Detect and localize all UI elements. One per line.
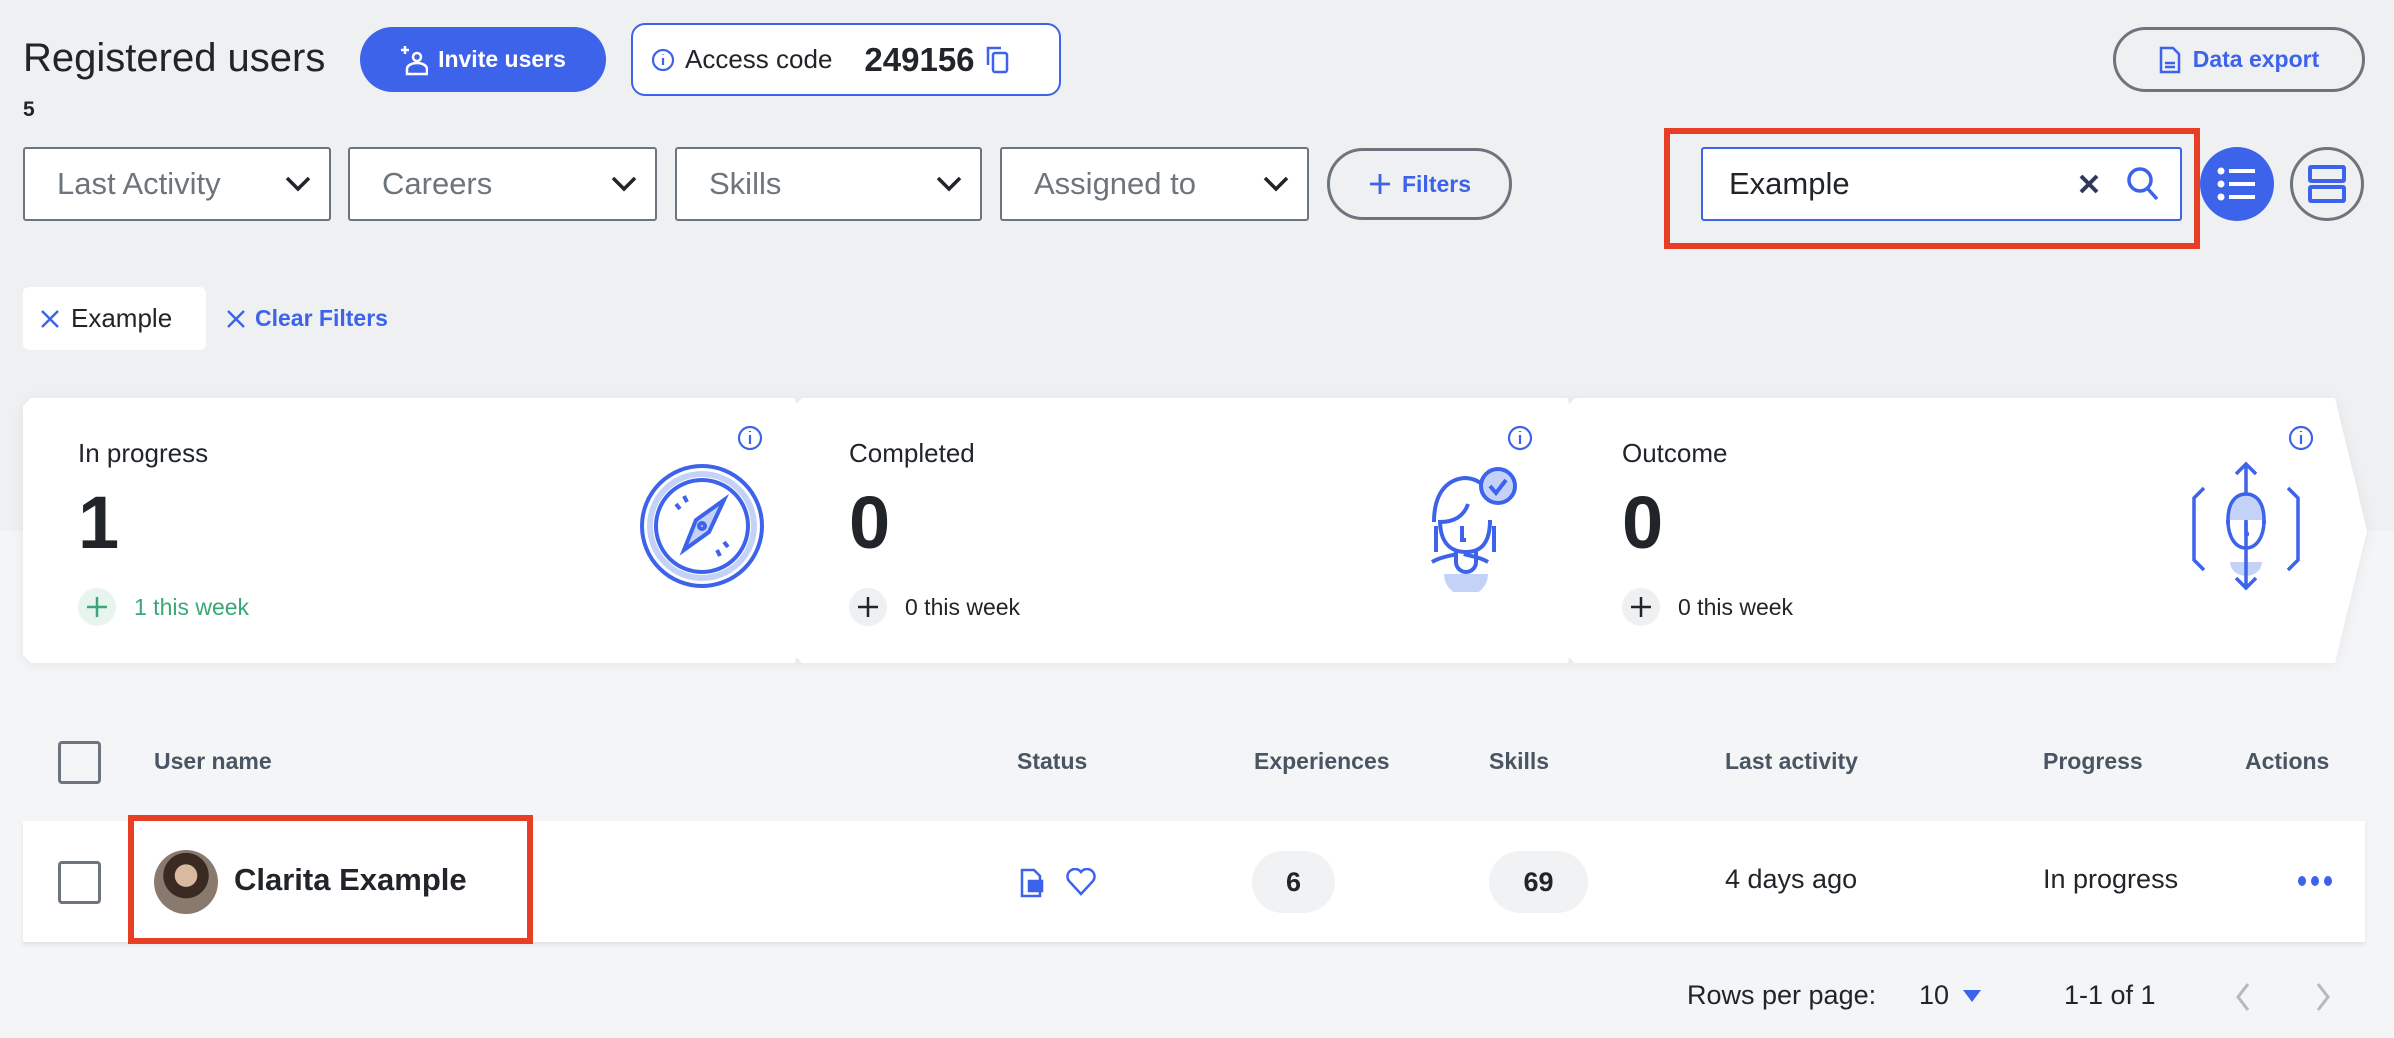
rows-per-page-label: Rows per page: <box>1687 980 1877 1010</box>
skills-count: 69 <box>1489 851 1588 913</box>
info-icon[interactable] <box>1507 424 1533 452</box>
stat-value: 0 <box>849 481 891 564</box>
user-name-link[interactable]: Clarita Example <box>234 862 467 898</box>
stat-week: 0 this week <box>849 588 1020 626</box>
stat-label: Outcome <box>1622 438 1728 468</box>
stat-card-completed: Completed 0 0 this week <box>794 398 1600 663</box>
stat-card-outcome: Outcome 0 0 this week <box>1567 398 2367 663</box>
stat-week-text: 1 this week <box>134 593 250 620</box>
info-icon[interactable] <box>2288 424 2314 452</box>
info-icon[interactable] <box>737 424 763 452</box>
row-checkbox[interactable] <box>58 861 101 904</box>
caret-down-icon <box>1963 989 1982 1002</box>
column-header-experiences[interactable]: Experiences <box>1254 748 1390 775</box>
heart-icon[interactable] <box>1066 868 1096 896</box>
stats-cards: In progress 1 1 this week Completed 0 0 … <box>0 0 2394 700</box>
stat-week-text: 0 this week <box>905 593 1021 620</box>
stat-value: 0 <box>1622 481 1664 564</box>
compass-icon <box>640 464 764 588</box>
column-header-last-activity[interactable]: Last activity <box>1725 748 1858 775</box>
person-check-icon <box>1430 467 1517 592</box>
progress-cell: In progress <box>2043 864 2179 894</box>
rows-per-page-select[interactable]: 10 <box>1919 980 1982 1011</box>
avatar <box>154 850 218 914</box>
column-header-user-name[interactable]: User name <box>154 748 272 775</box>
stat-label: Completed <box>849 438 975 468</box>
column-header-actions: Actions <box>2245 748 2330 774</box>
stat-label: In progress <box>78 438 209 468</box>
select-all-checkbox[interactable] <box>58 741 101 784</box>
rows-per-page-value: 10 <box>1919 980 1950 1010</box>
chevron-left-icon[interactable] <box>2235 982 2251 1012</box>
plus-icon <box>78 588 116 626</box>
plus-icon <box>849 588 887 626</box>
stat-card-in-progress: In progress 1 1 this week <box>23 398 827 663</box>
more-actions-icon[interactable] <box>2297 874 2333 888</box>
experiences-count: 6 <box>1252 851 1335 913</box>
column-header-skills[interactable]: Skills <box>1489 748 1549 775</box>
chevron-right-icon[interactable] <box>2315 982 2331 1012</box>
stat-value: 1 <box>78 481 120 564</box>
column-header-status[interactable]: Status <box>1017 748 1087 775</box>
stat-week: 0 this week <box>1622 588 1793 626</box>
column-header-progress[interactable]: Progress <box>2043 748 2143 775</box>
stat-week-text: 0 this week <box>1678 593 1794 620</box>
person-expand-icon <box>2192 461 2300 591</box>
last-activity-cell: 4 days ago <box>1725 864 1858 894</box>
cv-document-icon[interactable] <box>1020 868 1044 898</box>
pagination-range: 1-1 of 1 <box>2064 980 2156 1010</box>
plus-icon <box>1622 588 1660 626</box>
stat-week: 1 this week <box>78 588 249 626</box>
